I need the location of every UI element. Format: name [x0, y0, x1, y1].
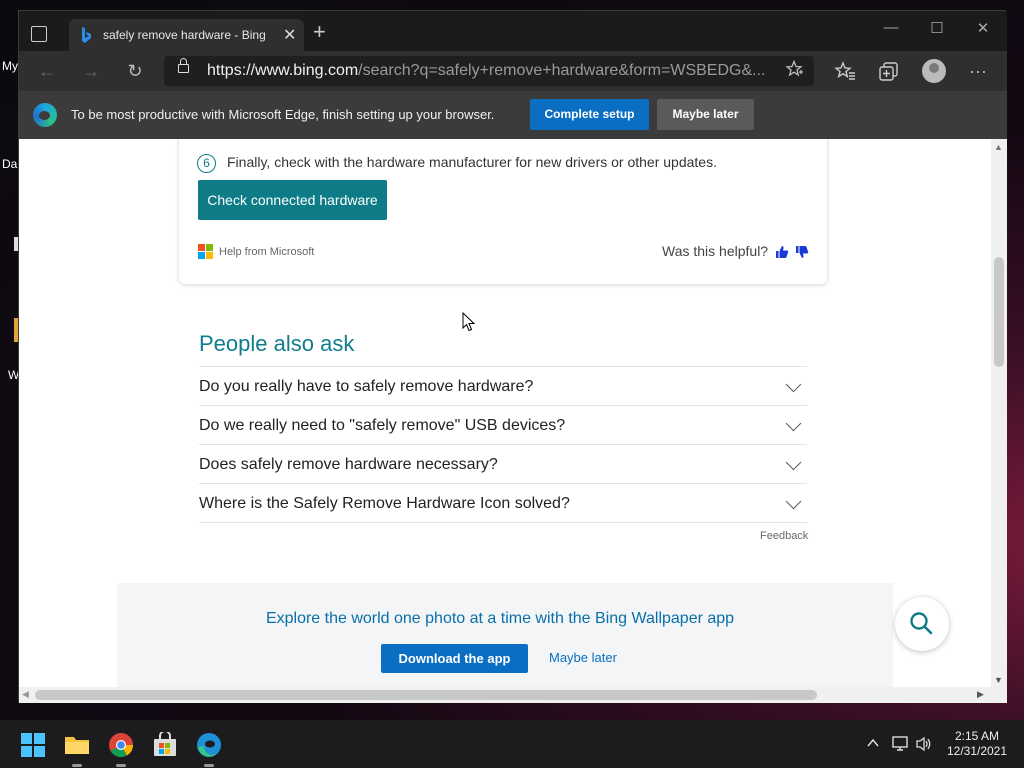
paa-question-2[interactable]: Do we really need to "safely remove" USB… — [199, 405, 807, 444]
paa-question-4[interactable]: Where is the Safely Remove Hardware Icon… — [199, 483, 807, 522]
microsoft-store-icon[interactable] — [152, 732, 178, 758]
tab-title: safely remove hardware - Bing — [103, 28, 266, 42]
bing-logo-icon — [82, 27, 91, 43]
paa-question-text: Does safely remove hardware necessary? — [199, 456, 498, 473]
paa-question-1[interactable]: Do you really have to safely remove hard… — [199, 366, 807, 405]
check-connected-hardware-button[interactable]: Check connected hardware — [198, 180, 387, 220]
step-number: 6 — [197, 154, 216, 173]
wallpaper-promo-banner: Explore the world one photo at a time wi… — [117, 583, 893, 687]
forward-button[interactable]: → — [78, 59, 104, 83]
close-window-icon[interactable]: ✕ — [973, 19, 993, 37]
complete-setup-button[interactable]: Complete setup — [530, 99, 649, 130]
clock-date: 12/31/2021 — [946, 744, 1008, 758]
minimize-icon[interactable]: — — [881, 19, 901, 36]
settings-more-button[interactable]: ··· — [965, 59, 991, 83]
infobar-message: To be most productive with Microsoft Edg… — [71, 107, 495, 122]
volume-icon[interactable] — [915, 736, 933, 752]
lock-icon[interactable] — [178, 58, 189, 73]
url-text: https://www.bing.com/search?q=safely+rem… — [207, 62, 765, 80]
chevron-up-icon[interactable] — [866, 736, 880, 750]
tab-bing-search[interactable]: safely remove hardware - Bing ✕ — [69, 19, 304, 51]
infobar-maybe-later-button[interactable]: Maybe later — [657, 99, 754, 130]
edge-taskbar-icon[interactable] — [196, 732, 222, 758]
favorites-icon[interactable] — [832, 59, 858, 83]
floating-search-button[interactable] — [895, 597, 949, 651]
chevron-down-icon[interactable] — [785, 493, 802, 510]
scroll-right-icon[interactable]: ▶ — [977, 689, 984, 700]
system-clock[interactable]: 2:15 AM 12/31/2021 — [944, 729, 1010, 759]
microsoft-logo-icon — [198, 244, 214, 260]
horizontal-scrollbar[interactable]: ◀ ▶ — [19, 687, 1007, 703]
back-button[interactable]: ← — [34, 59, 60, 83]
profile-avatar[interactable] — [922, 59, 946, 83]
chrome-running-indicator — [116, 764, 126, 767]
paa-question-text: Do you really have to safely remove hard… — [199, 378, 534, 395]
start-windows-icon[interactable] — [20, 732, 46, 758]
explorer-running-indicator — [72, 764, 82, 767]
paa-divider — [199, 522, 807, 523]
url-path: /search?q=safely+remove+hardware&form=WS… — [358, 62, 766, 79]
edge-logo-icon — [33, 103, 57, 127]
desktop-label-1: My — [2, 59, 18, 73]
vertical-scroll-thumb[interactable] — [994, 257, 1004, 367]
chevron-down-icon[interactable] — [785, 376, 802, 393]
scroll-up-icon[interactable]: ▲ — [994, 142, 1003, 152]
was-this-helpful-text: Was this helpful? — [662, 243, 769, 259]
step-text: Finally, check with the hardware manufac… — [227, 154, 717, 170]
windows-taskbar: 2:15 AM 12/31/2021 — [0, 720, 1024, 768]
desktop-label-2: Da — [2, 157, 18, 171]
promo-maybe-later-link[interactable]: Maybe later — [549, 650, 617, 665]
scroll-left-icon[interactable]: ◀ — [22, 689, 29, 700]
tab-bar: safely remove hardware - Bing ✕ + — ☐ ✕ — [19, 11, 1007, 51]
paa-question-text: Where is the Safely Remove Hardware Icon… — [199, 495, 570, 512]
new-tab-button[interactable]: + — [313, 21, 326, 43]
help-from-microsoft: Help from Microsoft — [219, 246, 315, 258]
tab-actions-icon[interactable] — [31, 26, 47, 42]
url-host: https://www.bing.com — [207, 62, 359, 79]
page-content: 6 Finally, check with the hardware manuf… — [19, 139, 991, 687]
add-favorite-icon[interactable] — [786, 60, 804, 78]
feedback-link[interactable]: Feedback — [760, 530, 808, 542]
clock-time: 2:15 AM — [954, 729, 1000, 743]
edge-running-indicator — [204, 764, 214, 767]
scroll-down-icon[interactable]: ▼ — [994, 675, 1003, 685]
file-explorer-icon[interactable] — [64, 732, 90, 758]
edge-browser-window: safely remove hardware - Bing ✕ + — ☐ ✕ … — [18, 10, 1007, 703]
mouse-cursor-icon — [462, 312, 476, 332]
browser-toolbar: ← → ↻ https://www.bing.com/search?q=safe… — [19, 51, 1007, 91]
search-icon — [910, 612, 933, 635]
setup-infobar: To be most productive with Microsoft Edg… — [19, 91, 1007, 139]
thumbs-up-icon[interactable] — [775, 245, 789, 259]
maximize-icon[interactable]: ☐ — [927, 19, 947, 37]
vertical-scrollbar[interactable]: ▲ ▼ — [991, 139, 1007, 687]
tab-close-icon[interactable]: ✕ — [283, 25, 296, 45]
help-card: 6 Finally, check with the hardware manuf… — [179, 139, 827, 284]
paa-question-3[interactable]: Does safely remove hardware necessary? — [199, 444, 807, 483]
chevron-down-icon[interactable] — [785, 415, 802, 432]
chrome-icon[interactable] — [108, 732, 134, 758]
download-app-button[interactable]: Download the app — [381, 644, 528, 673]
people-also-ask-title: People also ask — [199, 331, 355, 356]
network-icon[interactable] — [892, 736, 910, 752]
address-bar[interactable]: https://www.bing.com/search?q=safely+rem… — [164, 56, 814, 86]
paa-question-text: Do we really need to "safely remove" USB… — [199, 417, 566, 434]
horizontal-scroll-thumb[interactable] — [35, 690, 817, 700]
promo-text: Explore the world one photo at a time wi… — [265, 610, 735, 627]
refresh-button[interactable]: ↻ — [122, 59, 148, 83]
collections-icon[interactable] — [876, 59, 902, 83]
chevron-down-icon[interactable] — [785, 454, 802, 471]
thumbs-down-icon[interactable] — [795, 245, 809, 259]
